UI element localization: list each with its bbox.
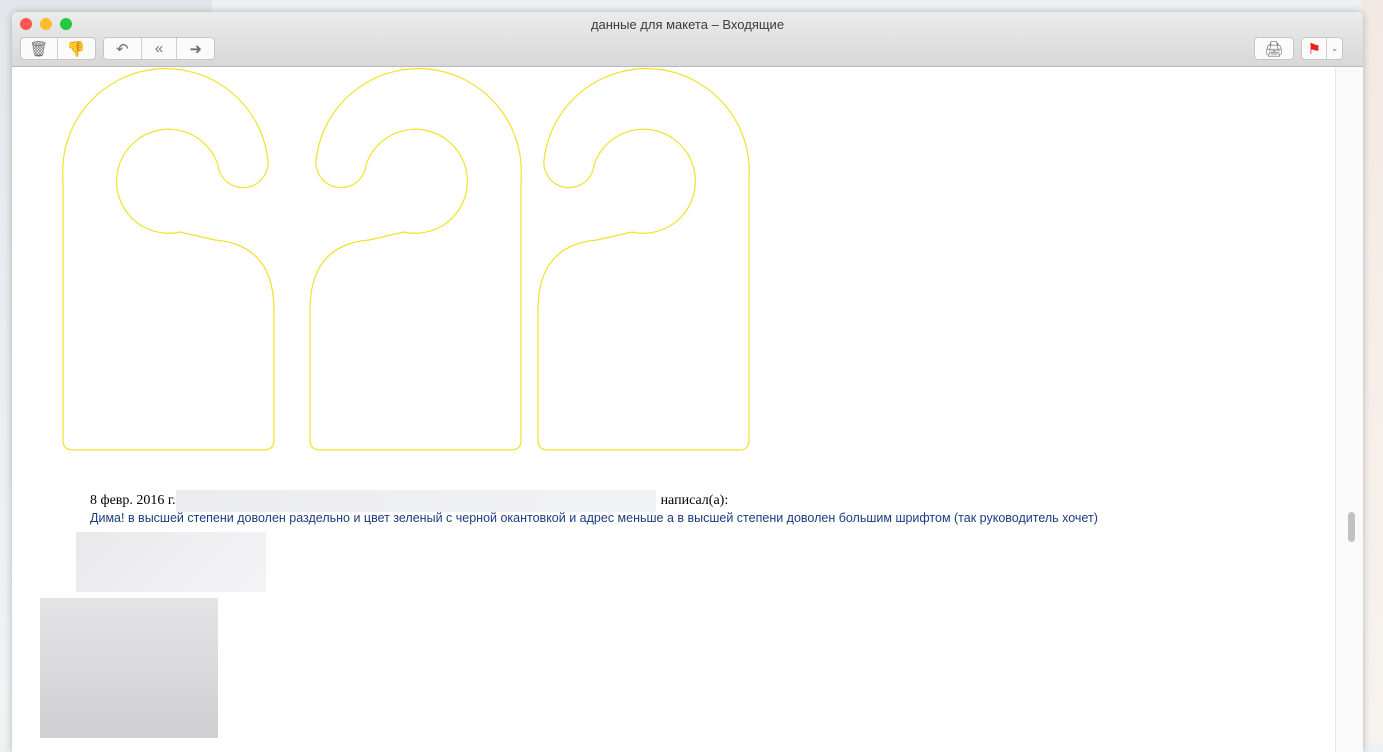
scrollbar-thumb[interactable] xyxy=(1348,512,1355,542)
quote-wrote: написал(а): xyxy=(660,493,729,508)
door-hanger-outline-3 xyxy=(537,68,750,451)
print-button[interactable]: 🖨 xyxy=(1255,38,1293,59)
quote-date: 8 февр. 2016 г. xyxy=(90,493,176,508)
door-hangers-image xyxy=(62,68,750,451)
redacted-signature xyxy=(76,532,266,592)
redacted-image xyxy=(40,598,218,738)
mail-window: данные для макета – Входящие 🗑 👎 ↶ « ➜ 🖨… xyxy=(12,12,1363,752)
chevron-down-icon: ⌄ xyxy=(1330,43,1339,53)
door-hanger-outline-1 xyxy=(62,68,275,451)
scrollbar-track[interactable] xyxy=(1335,68,1363,752)
printer-icon: 🖨 xyxy=(1264,40,1284,58)
flag-icon: ⚑ xyxy=(1307,40,1321,58)
flag-menu-button[interactable]: ⌄ xyxy=(1327,38,1342,59)
message-body: Дима! в высшей степени доволен раздельно… xyxy=(90,511,1098,525)
redacted-sender xyxy=(175,490,656,512)
flag-button[interactable]: ⚑ xyxy=(1302,38,1328,59)
door-hanger-outline-2 xyxy=(309,68,522,451)
quote-header: 8 февр. 2016 г. написал(а): xyxy=(90,490,728,512)
desktop-background-right xyxy=(1361,0,1383,743)
